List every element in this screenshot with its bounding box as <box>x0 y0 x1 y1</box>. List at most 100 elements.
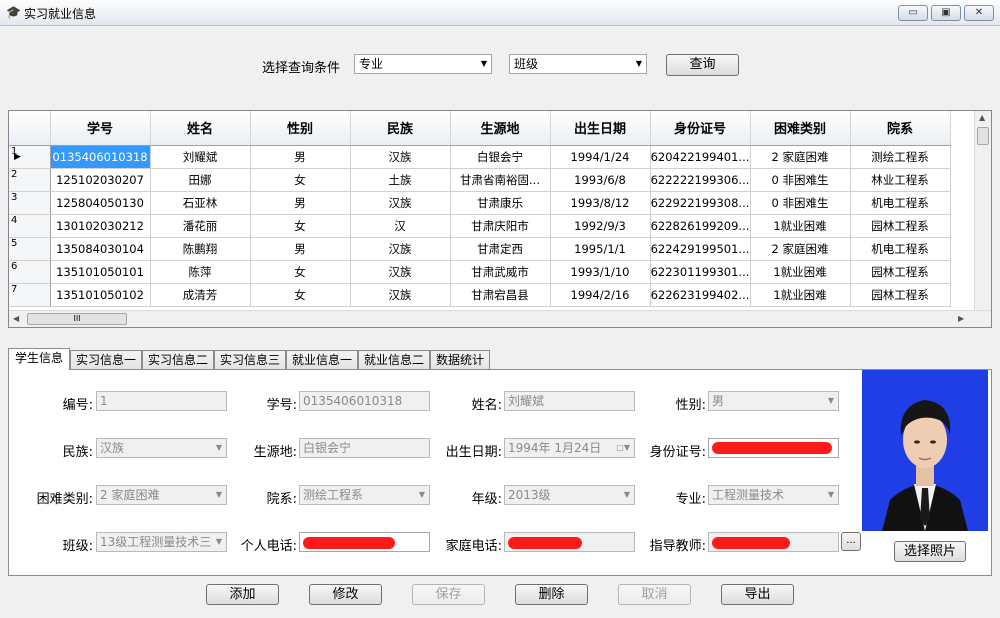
origin-field[interactable]: 白银会宁 <box>299 438 430 458</box>
table-cell[interactable]: 2 家庭困难 <box>750 145 851 169</box>
table-cell[interactable]: 汉族 <box>350 260 451 284</box>
row-header[interactable]: 6 <box>9 260 51 284</box>
table-cell[interactable]: 女 <box>250 260 351 284</box>
table-cell[interactable]: 汉族 <box>350 237 451 261</box>
table-cell[interactable]: 1994/1/24 <box>550 145 651 169</box>
table-cell[interactable]: 机电工程系 <box>850 191 951 215</box>
ethnicity-select[interactable]: 汉族 ▼ <box>96 438 227 458</box>
birth-date-picker[interactable]: 1994年 1月24日 ▢▼ <box>504 438 635 458</box>
column-header[interactable]: 生源地 <box>450 111 551 146</box>
table-cell[interactable]: 土族 <box>350 168 451 192</box>
table-cell[interactable]: 甘肃武威市 <box>450 260 551 284</box>
table-cell[interactable]: 622301199301... <box>650 260 751 284</box>
table-cell[interactable]: 园林工程系 <box>850 260 951 284</box>
advisor-browse-button[interactable]: ... <box>841 532 861 551</box>
add-button[interactable]: 添加 <box>206 584 279 605</box>
table-cell[interactable]: 620422199401... <box>650 145 751 169</box>
table-row[interactable]: 2 125102030207 田娜女土族 甘肃省南裕固... 1993/6/8 62222… <box>9 168 951 192</box>
table-cell[interactable]: 0 非困难生 <box>750 168 851 192</box>
table-row[interactable]: 3 125804050130 石亚林男汉族 甘肃康乐 1993/8/12 62292219… <box>9 191 951 215</box>
column-header[interactable]: 性别 <box>250 111 351 146</box>
table-cell[interactable]: 男 <box>250 237 351 261</box>
table-cell[interactable]: 女 <box>250 168 351 192</box>
table-cell[interactable]: 甘肃庆阳市 <box>450 214 551 238</box>
table-row[interactable]: 6 135101050101 陈萍女汉族 甘肃武威市 1993/1/10 62230119… <box>9 260 951 284</box>
table-cell[interactable]: 女 <box>250 283 351 307</box>
table-cell[interactable]: 0 非困难生 <box>750 191 851 215</box>
table-cell[interactable]: 园林工程系 <box>850 283 951 307</box>
table-cell[interactable]: 男 <box>250 191 351 215</box>
close-button[interactable]: ✕ <box>964 5 994 21</box>
table-row[interactable]: 4 130102030212 潘花丽女汉甘肃庆阳市 1992/9/3 622826199… <box>9 214 951 238</box>
tab-internship-1[interactable]: 实习信息一 <box>70 350 142 369</box>
table-cell[interactable]: 陈萍 <box>150 260 251 284</box>
personal-phone-field[interactable] <box>299 532 430 552</box>
scroll-left-icon[interactable]: ◀ <box>13 314 19 323</box>
table-cell[interactable]: 2 家庭困难 <box>750 237 851 261</box>
table-cell[interactable]: 园林工程系 <box>850 214 951 238</box>
table-cell[interactable]: 陈鹏翔 <box>150 237 251 261</box>
table-cell[interactable]: 135101050102 <box>50 283 151 307</box>
column-header[interactable]: 院系 <box>850 111 951 146</box>
table-cell[interactable]: 汉族 <box>350 191 451 215</box>
row-header[interactable]: 1 ▶ <box>9 145 51 169</box>
vertical-scrollbar[interactable]: ▲ <box>974 111 991 310</box>
table-cell[interactable]: 125804050130 <box>50 191 151 215</box>
table-cell[interactable]: 0135406010318 <box>50 145 151 169</box>
tab-statistics[interactable]: 数据统计 <box>430 350 490 369</box>
table-cell[interactable]: 男 <box>250 145 351 169</box>
tab-internship-3[interactable]: 实习信息三 <box>214 350 286 369</box>
home-phone-field[interactable] <box>504 532 635 552</box>
table-cell[interactable]: 1993/6/8 <box>550 168 651 192</box>
select-photo-button[interactable]: 选择照片 <box>894 541 966 562</box>
table-cell[interactable]: 1993/8/12 <box>550 191 651 215</box>
table-row[interactable]: 5 135084030104 陈鹏翔男汉族 甘肃定西 1995/1/1 622429199… <box>9 237 951 261</box>
table-cell[interactable]: 1995/1/1 <box>550 237 651 261</box>
horizontal-scrollbar[interactable]: ◀ III ▶ <box>9 310 991 327</box>
table-cell[interactable]: 汉 <box>350 214 451 238</box>
table-cell[interactable]: 女 <box>250 214 351 238</box>
student-id-field[interactable]: 0135406010318 <box>299 391 430 411</box>
table-cell[interactable]: 622826199209... <box>650 214 751 238</box>
id-number-field[interactable] <box>708 438 839 458</box>
difficulty-select[interactable]: 2 家庭困难 ▼ <box>96 485 227 505</box>
scroll-right-icon[interactable]: ▶ <box>958 314 964 323</box>
table-cell[interactable]: 130102030212 <box>50 214 151 238</box>
department-select[interactable]: 测绘工程系 ▼ <box>299 485 430 505</box>
table-cell[interactable]: 125102030207 <box>50 168 151 192</box>
row-header[interactable]: 2 <box>9 168 51 192</box>
table-cell[interactable]: 135101050101 <box>50 260 151 284</box>
table-row[interactable]: 7 135101050102 成清芳女汉族 甘肃宕昌县 1994/2/16 6226231… <box>9 283 951 307</box>
table-cell[interactable]: 1就业困难 <box>750 260 851 284</box>
table-cell[interactable]: 甘肃宕昌县 <box>450 283 551 307</box>
table-cell[interactable]: 甘肃康乐 <box>450 191 551 215</box>
tab-employment-2[interactable]: 就业信息二 <box>358 350 430 369</box>
column-header[interactable]: 姓名 <box>150 111 251 146</box>
table-cell[interactable]: 622922199308... <box>650 191 751 215</box>
table-cell[interactable]: 田娜 <box>150 168 251 192</box>
table-cell[interactable]: 汉族 <box>350 283 451 307</box>
save-button[interactable]: 保存 <box>412 584 485 605</box>
table-cell[interactable]: 汉族 <box>350 145 451 169</box>
table-cell[interactable]: 622222199306... <box>650 168 751 192</box>
student-grid[interactable]: 学号 姓名 性别 民族 生源地 出生日期 身份证号 困难类别 院系 1 ▶ 0135… <box>8 110 992 328</box>
minimize-button[interactable]: ▭ <box>898 5 928 21</box>
name-field[interactable]: 刘耀斌 <box>504 391 635 411</box>
column-header[interactable]: 出生日期 <box>550 111 651 146</box>
table-cell[interactable]: 甘肃省南裕固... <box>450 168 551 192</box>
row-header[interactable]: 7 <box>9 283 51 307</box>
table-cell[interactable]: 1就业困难 <box>750 283 851 307</box>
table-cell[interactable]: 刘耀斌 <box>150 145 251 169</box>
table-cell[interactable]: 622623199402... <box>650 283 751 307</box>
table-cell[interactable]: 甘肃定西 <box>450 237 551 261</box>
tab-internship-2[interactable]: 实习信息二 <box>142 350 214 369</box>
table-cell[interactable]: 潘花丽 <box>150 214 251 238</box>
table-cell[interactable]: 1就业困难 <box>750 214 851 238</box>
table-cell[interactable]: 机电工程系 <box>850 237 951 261</box>
row-header[interactable]: 3 <box>9 191 51 215</box>
row-header[interactable]: 5 <box>9 237 51 261</box>
query-button[interactable]: 查询 <box>666 54 739 76</box>
advisor-field[interactable] <box>708 532 839 552</box>
table-cell[interactable]: 石亚林 <box>150 191 251 215</box>
major-select[interactable]: 专业 ▼ <box>354 54 492 74</box>
